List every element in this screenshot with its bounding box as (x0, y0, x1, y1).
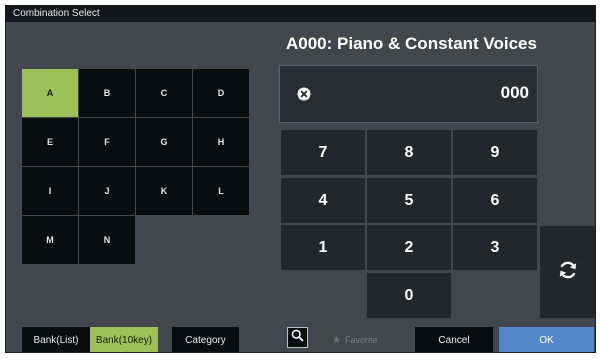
number-display: 000 (279, 65, 538, 123)
key-1[interactable]: 1 (281, 225, 365, 270)
key-8[interactable]: 8 (367, 130, 451, 175)
cancel-button[interactable]: Cancel (415, 327, 493, 352)
key-9[interactable]: 9 (453, 130, 537, 175)
key-5[interactable]: 5 (367, 178, 451, 223)
star-icon: ★ (332, 334, 341, 346)
bank-button-e[interactable]: E (22, 118, 78, 166)
bank-button-d[interactable]: D (193, 69, 249, 117)
program-name: A000: Piano & Constant Voices (286, 34, 537, 53)
key-0[interactable]: 0 (367, 273, 451, 318)
bank-button-n[interactable]: N (79, 216, 135, 264)
number-value: 000 (500, 83, 529, 102)
bank-button-f[interactable]: F (79, 118, 135, 166)
combination-select-dialog: Combination Select A000: Piano & Constan… (5, 5, 596, 353)
bank-10key-button[interactable]: Bank(10key) (90, 327, 158, 352)
dialog-title: Combination Select (6, 6, 595, 22)
category-button[interactable]: Category (172, 327, 239, 352)
bank-button-g[interactable]: G (136, 118, 192, 166)
bank-button-k[interactable]: K (136, 167, 192, 215)
bank-button-i[interactable]: I (22, 167, 78, 215)
key-4[interactable]: 4 (281, 178, 365, 223)
key-6[interactable]: 6 (453, 178, 537, 223)
key-7[interactable]: 7 (281, 130, 365, 175)
bank-button-b[interactable]: B (79, 69, 135, 117)
key-2[interactable]: 2 (367, 225, 451, 270)
ok-button[interactable]: OK (499, 327, 594, 352)
bank-button-j[interactable]: J (79, 167, 135, 215)
search-button[interactable] (287, 327, 308, 348)
refresh-icon (557, 259, 579, 286)
bank-button-a[interactable]: A (22, 69, 78, 117)
bank-button-h[interactable]: H (193, 118, 249, 166)
favorite-label: Favorite (344, 335, 378, 345)
search-icon (291, 329, 304, 347)
favorite-toggle[interactable]: ★ Favorite (332, 327, 378, 352)
bank-button-c[interactable]: C (136, 69, 192, 117)
bank-list-button[interactable]: Bank(List) (22, 327, 90, 352)
refresh-button[interactable] (540, 226, 595, 318)
key-3[interactable]: 3 (453, 225, 537, 270)
bank-button-l[interactable]: L (193, 167, 249, 215)
bank-button-m[interactable]: M (22, 216, 78, 264)
close-circle-icon[interactable] (294, 84, 314, 104)
